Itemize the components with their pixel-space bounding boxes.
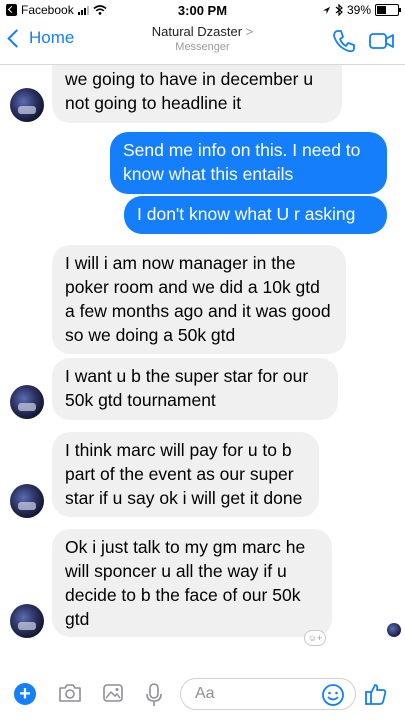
message-incoming[interactable]: we going to have in december u not going… xyxy=(52,65,342,123)
message-outgoing[interactable]: Send me info on this. I need to know wha… xyxy=(110,132,387,194)
contact-avatar[interactable] xyxy=(10,385,44,419)
message-incoming[interactable]: I think marc will pay for u to b part of… xyxy=(52,432,319,517)
back-chevron-icon xyxy=(7,28,26,48)
message-incoming[interactable]: Ok i just talk to my gm marc he will spo… xyxy=(52,529,332,637)
battery-icon xyxy=(375,4,401,16)
add-reaction-icon[interactable]: ☺+ xyxy=(304,630,326,646)
status-bar: Facebook 3:00 PM 39% xyxy=(0,0,405,20)
battery-percent: 39% xyxy=(346,3,371,17)
conversation-header: Home Natural Dzaster > Messenger xyxy=(0,20,405,65)
message-incoming[interactable]: I will i am now manager in the poker roo… xyxy=(52,245,346,354)
message-outgoing[interactable]: I don't know what U r asking xyxy=(124,196,387,234)
phone-icon[interactable] xyxy=(331,28,357,54)
contact-title[interactable]: Natural Dzaster > Messenger xyxy=(100,24,305,53)
emoji-icon[interactable] xyxy=(321,683,345,707)
status-right: 39% xyxy=(322,3,401,17)
contact-name-row: Natural Dzaster > xyxy=(100,24,305,39)
contact-chevron: > xyxy=(245,24,254,39)
location-arrow-icon xyxy=(322,6,331,14)
seen-avatar xyxy=(387,623,401,637)
contact-avatar[interactable] xyxy=(10,88,44,122)
message-incoming[interactable]: I want u b the super star for our 50k gt… xyxy=(52,358,338,420)
home-back-button[interactable]: Home xyxy=(7,28,75,48)
bluetooth-icon xyxy=(335,4,343,16)
microphone-icon[interactable] xyxy=(146,683,162,707)
camera-icon[interactable] xyxy=(58,683,82,703)
plus-icon[interactable]: + xyxy=(14,683,36,705)
contact-subtitle: Messenger xyxy=(175,41,230,53)
gallery-icon[interactable] xyxy=(102,683,124,703)
contact-name: Natural Dzaster xyxy=(151,24,243,39)
thumbs-up-icon[interactable] xyxy=(364,682,388,706)
home-back-label: Home xyxy=(29,28,75,47)
message-composer: + Aa xyxy=(0,670,405,720)
message-thread[interactable]: we going to have in december u not going… xyxy=(0,65,405,670)
message-input-placeholder: Aa xyxy=(195,685,215,702)
video-camera-icon[interactable] xyxy=(369,32,395,50)
contact-avatar[interactable] xyxy=(10,484,44,518)
message-input[interactable]: Aa xyxy=(180,678,356,710)
contact-avatar[interactable] xyxy=(10,604,44,638)
